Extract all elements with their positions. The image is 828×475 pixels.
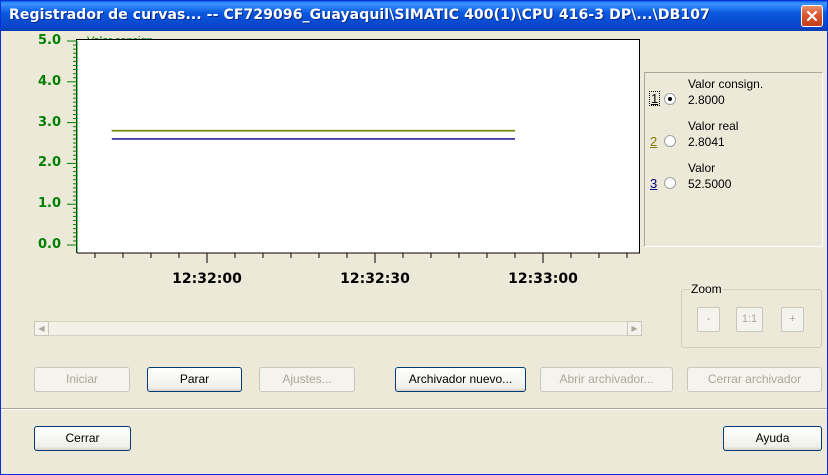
legend-number: 3 xyxy=(650,176,658,191)
arrow-left-icon: ◀ xyxy=(38,324,45,333)
legend-radio-1[interactable] xyxy=(664,93,676,105)
legend-value: 52.5000 xyxy=(688,177,732,191)
settings-button[interactable]: Ajustes... xyxy=(259,367,355,392)
legend-name: Valor xyxy=(688,161,716,175)
y-tick-label: 0.0 xyxy=(37,237,61,252)
scroll-left-button[interactable]: ◀ xyxy=(34,321,49,336)
legend-number: 2 xyxy=(650,134,658,149)
close-archive-button[interactable]: Cerrar archivador xyxy=(687,367,822,392)
separator xyxy=(1,408,827,410)
legend-number: 1 xyxy=(649,91,661,106)
legend-item-2[interactable]: 2 Valor real 2.8041 xyxy=(645,115,824,157)
y-tick-label: 4.0 xyxy=(37,73,61,89)
new-archive-button[interactable]: Archivador nuevo... xyxy=(395,367,526,392)
zoom-label: Zoom xyxy=(690,282,723,296)
y-tick-label: 3.0 xyxy=(37,114,61,130)
legend-name: Valor consign. xyxy=(688,77,764,91)
stop-button[interactable]: Parar xyxy=(147,367,242,392)
zoom-reset-button[interactable]: 1:1 xyxy=(736,307,763,332)
x-tick-label: 12:33:00 xyxy=(508,271,578,287)
x-tick-label: 12:32:00 xyxy=(172,271,242,287)
legend-name: Valor real xyxy=(688,119,739,133)
trend-chart: Valor consign. 5.04.03.02.01.00.0 12:32:… xyxy=(7,33,643,287)
legend-radio-3[interactable] xyxy=(664,177,676,189)
zoom-in-button[interactable]: + xyxy=(781,307,804,332)
zoom-out-button[interactable]: - xyxy=(697,307,720,332)
open-archive-button[interactable]: Abrir archivador... xyxy=(540,367,673,392)
horizontal-scrollbar[interactable]: ◀ ▶ xyxy=(34,321,642,336)
legend-panel: 1 Valor consign. 2.8000 2 Valor real 2.8… xyxy=(644,72,823,247)
legend-item-1[interactable]: 1 Valor consign. 2.8000 xyxy=(645,73,824,115)
legend-value: 2.8041 xyxy=(688,135,725,149)
y-tick-label: 5.0 xyxy=(37,33,61,48)
scroll-right-button[interactable]: ▶ xyxy=(627,321,642,336)
arrow-right-icon: ▶ xyxy=(631,324,638,333)
x-tick-label: 12:32:30 xyxy=(340,271,410,287)
zoom-group: Zoom - 1:1 + xyxy=(681,282,822,348)
legend-value: 2.8000 xyxy=(688,93,725,107)
close-dialog-button[interactable]: Cerrar xyxy=(34,426,131,451)
close-button[interactable] xyxy=(801,5,823,27)
window-title: Registrador de curvas... -- CF729096_Gua… xyxy=(9,7,710,23)
y-tick-label: 2.0 xyxy=(37,155,61,171)
chart-svg xyxy=(67,40,640,263)
y-tick-label: 1.0 xyxy=(37,196,61,212)
legend-radio-2[interactable] xyxy=(664,135,676,147)
legend-item-3[interactable]: 3 Valor 52.5000 xyxy=(645,157,824,199)
title-bar[interactable]: Registrador de curvas... -- CF729096_Gua… xyxy=(1,1,827,31)
help-button[interactable]: Ayuda xyxy=(723,426,822,451)
close-icon xyxy=(806,10,818,22)
start-button[interactable]: Iniciar xyxy=(34,367,130,392)
trend-recorder-window: Registrador de curvas... -- CF729096_Gua… xyxy=(0,0,828,475)
